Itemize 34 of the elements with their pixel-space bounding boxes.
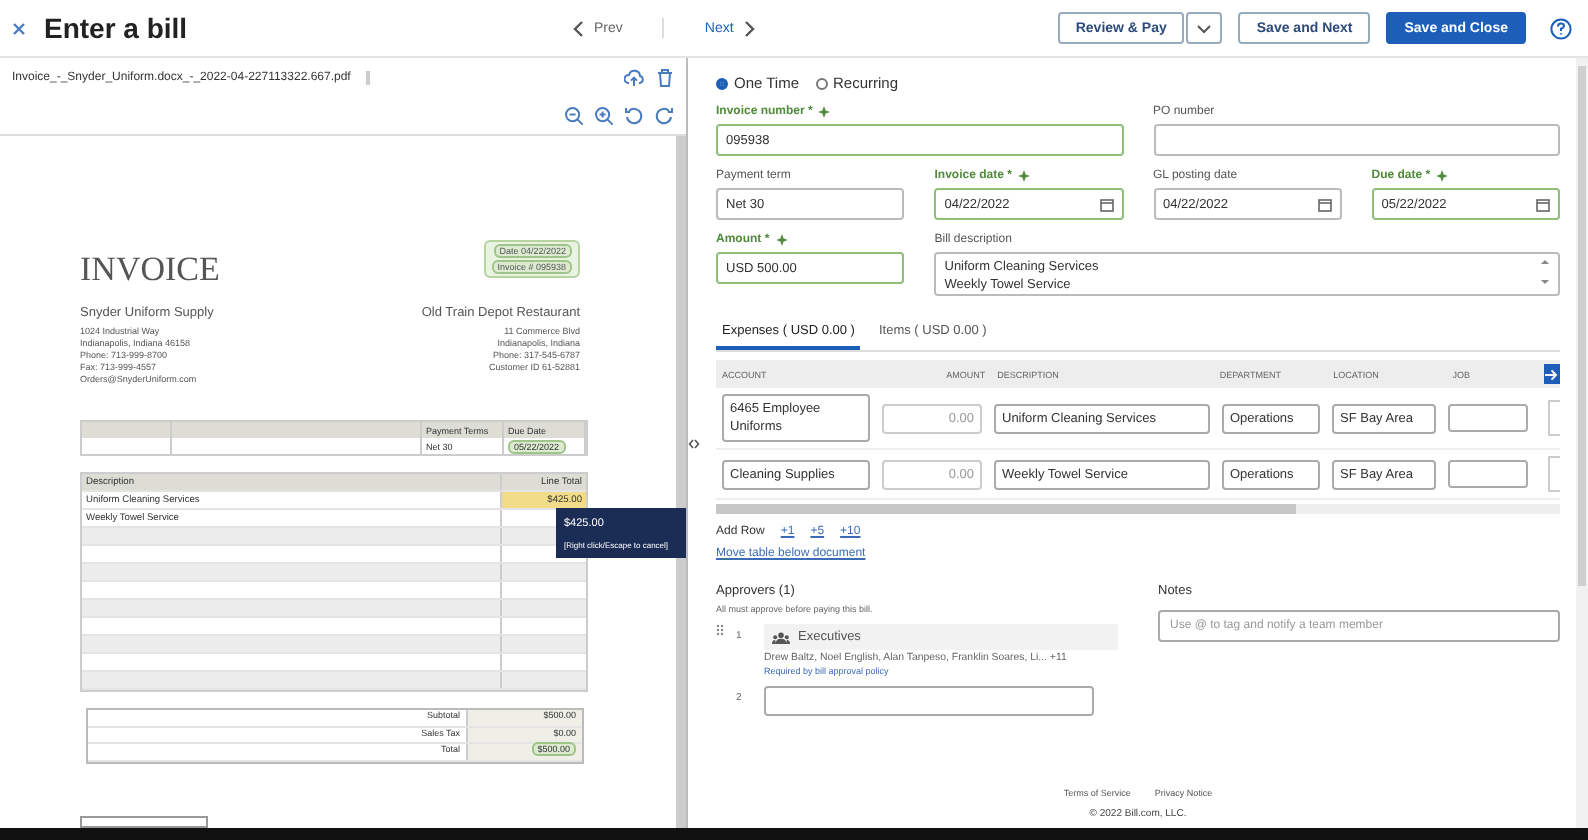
cell-field[interactable] [1448,404,1528,432]
split-handle[interactable] [686,58,700,828]
caret-icon [1196,23,1213,33]
input-field[interactable] [1153,124,1560,156]
invoice-heading: INVOICE [80,250,220,290]
chevron-left-icon [572,19,584,37]
sparkle-icon [775,234,788,246]
help-icon[interactable] [1550,17,1572,39]
calendar-icon[interactable] [1099,197,1113,211]
dropdown-button[interactable] [1186,12,1223,44]
cell-field[interactable] [1448,460,1528,488]
group-icon [772,631,790,643]
approver-field[interactable] [764,686,1094,716]
zoom-in-icon[interactable] [594,106,614,126]
expand-button[interactable] [1543,364,1561,384]
stamp-box [80,815,208,828]
page-title: Enter a bill [44,12,188,44]
scrollbar[interactable] [676,136,686,828]
chevron-right-icon [743,19,756,37]
calendar-icon[interactable] [1536,197,1550,211]
sparkle-icon [1017,170,1030,182]
drag-handle-icon[interactable] [716,624,724,636]
sparkle-icon [818,106,831,118]
upload-icon[interactable] [624,68,644,88]
close-icon[interactable] [12,21,26,35]
trash-icon[interactable] [656,68,674,88]
sparkle-icon [1436,170,1449,182]
zoom-out-icon[interactable] [564,106,584,126]
scrollbar[interactable] [1576,58,1588,828]
calendar-icon[interactable] [1317,197,1332,211]
rotate-left-icon[interactable] [624,106,644,126]
rotate-right-icon[interactable] [654,106,674,126]
scroll-arrows-icon[interactable] [1540,258,1550,286]
scrollbar[interactable] [716,504,1560,514]
